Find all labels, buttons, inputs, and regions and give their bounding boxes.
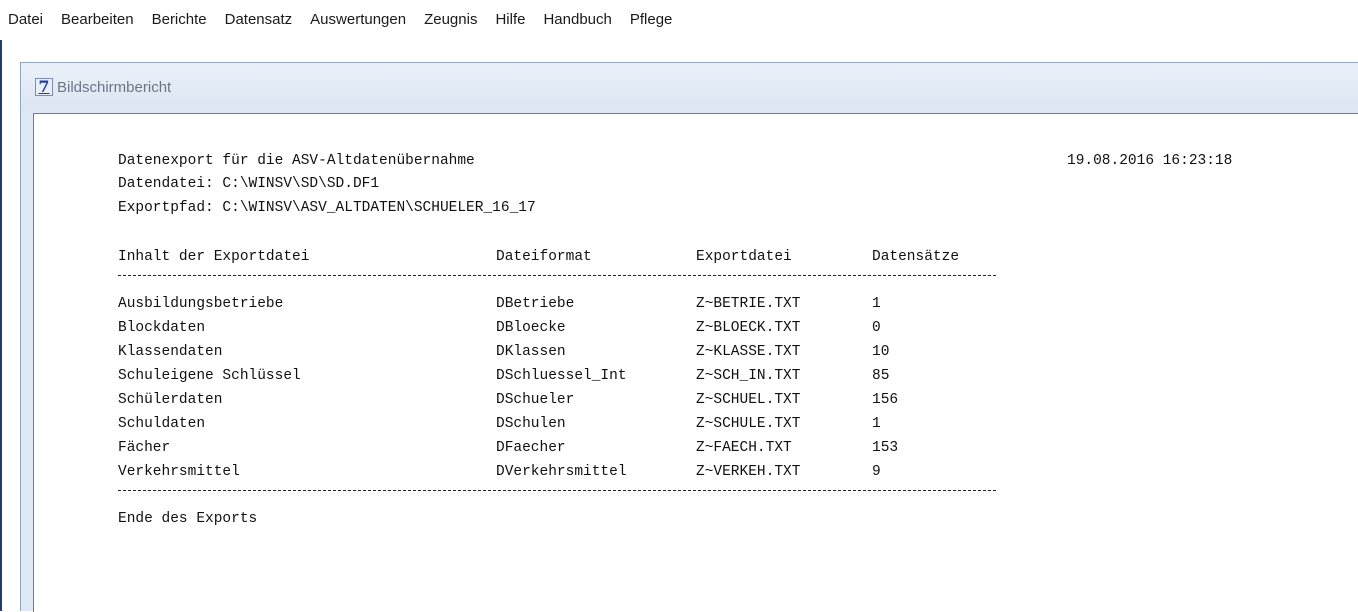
row-content: Schülerdaten bbox=[118, 392, 223, 408]
row-file: Z~SCH_IN.TXT bbox=[696, 368, 801, 384]
window-titlebar[interactable]: 7 Bildschirmbericht bbox=[21, 63, 1358, 111]
menu-auswertungen[interactable]: Auswertungen bbox=[301, 0, 415, 40]
column-header-content: Inhalt der Exportdatei bbox=[118, 249, 310, 265]
row-records: 0 bbox=[872, 320, 881, 336]
column-header-records: Datensätze bbox=[872, 249, 960, 265]
row-records: 10 bbox=[872, 344, 890, 360]
row-file: Z~SCHULE.TXT bbox=[696, 416, 801, 432]
row-file: Z~VERKEH.TXT bbox=[696, 464, 801, 480]
report-heading: Datenexport für die ASV-Altdatenübernahm… bbox=[118, 153, 475, 169]
row-file: Z~KLASSE.TXT bbox=[696, 344, 801, 360]
row-records: 1 bbox=[872, 296, 881, 312]
separator-top bbox=[118, 275, 996, 276]
menu-bar: Datei Bearbeiten Berichte Datensatz Ausw… bbox=[0, 0, 1358, 40]
row-records: 153 bbox=[872, 440, 899, 456]
column-header-file: Exportdatei bbox=[696, 249, 792, 265]
row-content: Verkehrsmittel bbox=[118, 464, 240, 480]
separator-bottom bbox=[118, 490, 996, 491]
row-file: Z~SCHUEL.TXT bbox=[696, 392, 801, 408]
row-format: DBetriebe bbox=[496, 296, 575, 312]
row-format: DKlassen bbox=[496, 344, 566, 360]
report-timestamp: 19.08.2016 16:23:18 bbox=[1067, 153, 1233, 169]
row-format: DVerkehrsmittel bbox=[496, 464, 627, 480]
report-footer: Ende des Exports bbox=[118, 511, 258, 527]
row-format: DBloecke bbox=[496, 320, 566, 336]
menu-berichte[interactable]: Berichte bbox=[143, 0, 216, 40]
menu-handbuch[interactable]: Handbuch bbox=[534, 0, 620, 40]
row-content: Blockdaten bbox=[118, 320, 206, 336]
menu-datei[interactable]: Datei bbox=[0, 0, 52, 40]
row-content: Schuleigene Schlüssel bbox=[118, 368, 301, 384]
row-file: Z~BLOECK.TXT bbox=[696, 320, 801, 336]
report-text: Datenexport für die ASV-Altdatenübernahm… bbox=[34, 114, 1358, 612]
menu-pflege[interactable]: Pflege bbox=[621, 0, 682, 40]
row-content: Fächer bbox=[118, 440, 171, 456]
row-format: DSchueler bbox=[496, 392, 575, 408]
menu-datensatz[interactable]: Datensatz bbox=[216, 0, 302, 40]
row-content: Schuldaten bbox=[118, 416, 206, 432]
row-records: 85 bbox=[872, 368, 890, 384]
row-file: Z~BETRIE.TXT bbox=[696, 296, 801, 312]
app-7-icon[interactable]: 7 bbox=[35, 78, 53, 96]
row-records: 156 bbox=[872, 392, 899, 408]
report-datafile: Datendatei: C:\WINSV\SD\SD.DF1 bbox=[118, 176, 380, 192]
row-format: DSchulen bbox=[496, 416, 566, 432]
window-title: Bildschirmbericht bbox=[57, 78, 172, 96]
row-records: 1 bbox=[872, 416, 881, 432]
row-content: Ausbildungsbetriebe bbox=[118, 296, 284, 312]
row-format: DSchluessel_Int bbox=[496, 368, 627, 384]
left-edge bbox=[0, 0, 2, 611]
column-header-format: Dateiformat bbox=[496, 249, 592, 265]
report-exportpath: Exportpfad: C:\WINSV\ASV_ALTDATEN\SCHUEL… bbox=[118, 200, 536, 216]
menu-bearbeiten[interactable]: Bearbeiten bbox=[52, 0, 143, 40]
report-area: Datenexport für die ASV-Altdatenübernahm… bbox=[33, 113, 1358, 612]
row-file: Z~FAECH.TXT bbox=[696, 440, 792, 456]
report-window: 7 Bildschirmbericht Datenexport für die … bbox=[20, 62, 1358, 612]
row-format: DFaecher bbox=[496, 440, 566, 456]
menu-hilfe[interactable]: Hilfe bbox=[486, 0, 534, 40]
row-content: Klassendaten bbox=[118, 344, 223, 360]
row-records: 9 bbox=[872, 464, 881, 480]
menu-zeugnis[interactable]: Zeugnis bbox=[415, 0, 486, 40]
